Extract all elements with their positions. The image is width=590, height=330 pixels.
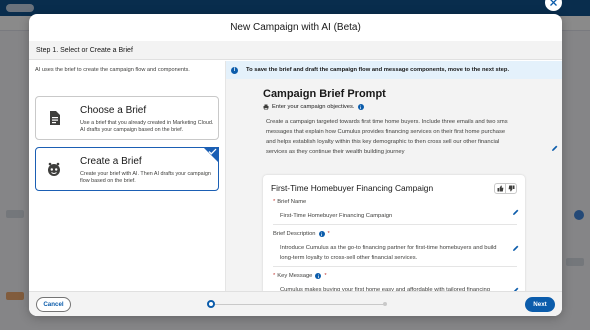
- required-marker: *: [324, 273, 327, 279]
- required-marker: *: [273, 199, 276, 205]
- feedback-buttons: [494, 183, 517, 194]
- campaign-title: First-Time Homebuyer Financing Campaign: [271, 183, 434, 193]
- card-description: Use a brief that you already created in …: [80, 120, 214, 133]
- left-intro-text: AI uses the brief to create the campaign…: [35, 67, 190, 73]
- field-label-text: Brief Description: [273, 231, 316, 237]
- check-icon: [208, 148, 217, 155]
- progress-step-next: [383, 302, 387, 306]
- info-banner-text: To save the brief and draft the campaign…: [246, 67, 510, 73]
- prompt-subtitle-text: Enter your campaign objectives.: [272, 104, 355, 110]
- prompt-title: Campaign Brief Prompt: [263, 88, 386, 100]
- create-brief-card[interactable]: Create a Brief Create your brief with AI…: [35, 147, 219, 191]
- info-icon[interactable]: i: [315, 273, 322, 279]
- field-divider: [273, 266, 517, 267]
- field-label-text: Key Message: [277, 273, 313, 279]
- brief-description-value[interactable]: Introduce Cumulus as the go-to financing…: [280, 243, 508, 263]
- choose-brief-card[interactable]: Choose a Brief Use a brief that you alre…: [35, 96, 219, 140]
- key-message-label: * Key Message i *: [273, 273, 329, 279]
- brief-options-pane: AI uses the brief to create the campaign…: [29, 61, 225, 296]
- info-icon[interactable]: i: [357, 104, 364, 110]
- prompt-text: Create a campaign targeted towards first…: [266, 119, 508, 155]
- edit-icon[interactable]: [512, 245, 519, 252]
- progress-track: [210, 304, 386, 305]
- required-marker: *: [327, 231, 330, 237]
- info-banner: i To save the brief and draft the campai…: [226, 61, 562, 79]
- next-button[interactable]: Next: [525, 297, 555, 312]
- step-bar: Step 1. Select or Create a Brief: [29, 41, 562, 60]
- cancel-button[interactable]: Cancel: [36, 297, 71, 312]
- close-icon: [550, 0, 557, 6]
- info-icon[interactable]: i: [318, 231, 325, 237]
- document-icon: [50, 111, 60, 125]
- field-divider: [273, 224, 517, 225]
- thumbs-down-icon: [508, 185, 514, 192]
- edit-icon[interactable]: [512, 209, 519, 216]
- campaign-card: First-Time Homebuyer Financing Campaign: [263, 175, 525, 296]
- field-label-text: Brief Name: [277, 199, 307, 205]
- brief-prompt-pane: i To save the brief and draft the campai…: [225, 61, 562, 296]
- required-marker: *: [273, 273, 276, 279]
- thumbs-down-button[interactable]: [505, 184, 516, 193]
- info-icon: i: [231, 66, 238, 74]
- card-description: Create your brief with AI. Then AI draft…: [80, 171, 211, 184]
- brief-description-label: Brief Description i *: [273, 231, 332, 237]
- edit-icon[interactable]: [551, 145, 558, 152]
- modal-footer: Cancel Next: [29, 291, 562, 316]
- card-title: Choose a Brief: [80, 105, 147, 116]
- brief-name-value[interactable]: First-Time Homebuyer Financing Campaign: [280, 211, 508, 221]
- progress-step-current: [207, 300, 215, 308]
- einstein-bot-icon: [48, 162, 60, 176]
- card-title: Create a Brief: [80, 156, 142, 167]
- brief-name-label: * Brief Name: [273, 199, 306, 205]
- thumbs-up-button[interactable]: [495, 184, 505, 193]
- printer-icon: [263, 104, 269, 110]
- modal-title: New Campaign with AI (Beta): [29, 14, 562, 42]
- prompt-subtitle: Enter your campaign objectives. i: [263, 104, 364, 110]
- thumbs-up-icon: [497, 185, 503, 192]
- new-campaign-modal: New Campaign with AI (Beta) Step 1. Sele…: [29, 14, 562, 316]
- step-label: Step 1. Select or Create a Brief: [36, 46, 133, 54]
